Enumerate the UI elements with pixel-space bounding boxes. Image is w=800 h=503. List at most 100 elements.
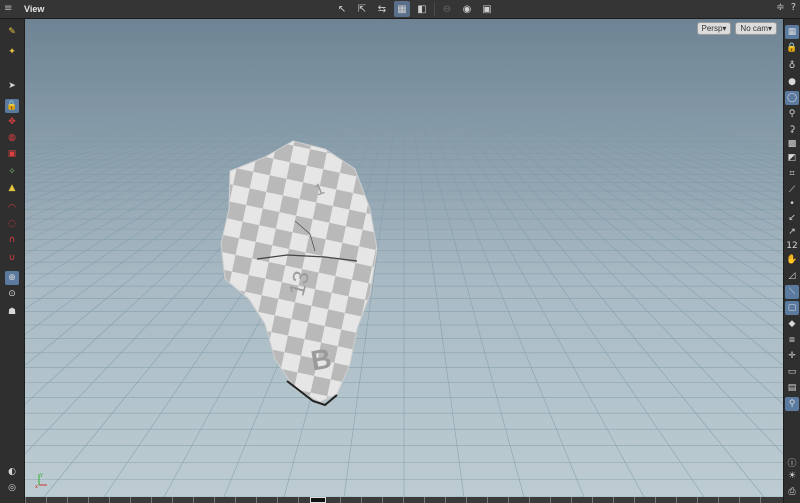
ruler-tick <box>739 497 740 503</box>
ruler-tick <box>382 497 383 503</box>
snap-icon[interactable]: ⊕ <box>5 271 19 285</box>
timeline-ruler[interactable] <box>25 497 783 503</box>
ruler-tick <box>214 497 215 503</box>
ruler-tick <box>424 497 425 503</box>
record-icon[interactable]: ⊖ <box>439 1 455 17</box>
pin-icon[interactable]: ⚲ <box>785 397 799 411</box>
settings-sliders-icon[interactable]: ≑ <box>776 2 784 13</box>
bone-icon[interactable]: ⟋ <box>785 183 799 197</box>
info-icon[interactable]: ⓘ <box>785 455 799 469</box>
normal-icon[interactable]: ↙ <box>785 211 799 225</box>
ruler-tick <box>508 497 509 503</box>
axis-y-label: y <box>40 472 43 478</box>
current-frame-indicator[interactable] <box>310 497 326 503</box>
help-icon[interactable]: ? <box>791 2 796 13</box>
ruler-tick <box>172 497 173 503</box>
model-mesh[interactable]: 13 B 1 <box>25 19 783 497</box>
ruler-tick <box>67 497 68 503</box>
magnet-icon[interactable]: ∩ <box>5 233 19 247</box>
render-icon[interactable]: ▣ <box>479 1 495 17</box>
hand-tool-icon[interactable]: ✋ <box>785 253 799 267</box>
ruler-tick <box>109 497 110 503</box>
camera-icon[interactable]: ◉ <box>459 1 475 17</box>
lock-icon[interactable]: 🔒 <box>5 99 19 113</box>
viewport-toolbar: ↖ ⇱ ⇆ ▦ ◧ ⊖ ◉ ▣ <box>334 1 495 17</box>
menu-icon[interactable]: ≡ <box>4 3 16 15</box>
ruler-tool-icon[interactable]: ▲ <box>5 181 19 195</box>
pane-title: View <box>24 4 45 14</box>
axis-gizmo: x y <box>35 472 47 489</box>
axis-x-label: x <box>35 484 38 489</box>
move-handle-icon[interactable]: ✥ <box>5 115 19 129</box>
snap-options-icon[interactable]: ◧ <box>414 1 430 17</box>
magnet-alt-icon[interactable]: ∪ <box>5 251 19 265</box>
origin-icon[interactable]: ✛ <box>785 349 799 363</box>
frame-icon[interactable]: ▭ <box>785 365 799 379</box>
ruler-tick <box>46 497 47 503</box>
select-tool-icon[interactable]: ⇱ <box>354 1 370 17</box>
screenshot-icon[interactable]: ⎙ <box>785 485 799 499</box>
ruler-tick <box>760 497 761 503</box>
sphere-wire-icon[interactable]: ◯ <box>785 91 799 105</box>
point-icon[interactable]: • <box>785 197 799 211</box>
ruler-tick <box>571 497 572 503</box>
snap-grid-icon[interactable]: ▦ <box>394 1 410 17</box>
location-pin-icon[interactable]: ⚲ <box>785 107 799 121</box>
grid-display-icon[interactable]: ▦ <box>785 25 799 39</box>
hull-icon[interactable]: ◆ <box>785 317 799 331</box>
3d-viewport[interactable]: 13 B 1 Persp▾ No cam▾ x y <box>25 19 783 497</box>
camera-menu[interactable]: Persp▾ <box>696 22 732 35</box>
ruler-tick <box>529 497 530 503</box>
ruler-tick <box>277 497 278 503</box>
camera-label: Persp <box>701 24 723 33</box>
cam-select-label: No cam <box>740 24 768 33</box>
number-icon[interactable]: 12 <box>785 239 799 253</box>
ruler-tick <box>130 497 131 503</box>
wireframe-icon[interactable]: ⌗ <box>785 167 799 181</box>
right-toolbar: ▦ 🔒 ♁ ● ◯ ⚲ ⚳ ▩ ◩ ⌗ ⟋ • ↙ ↗ 12 ✋ ◿ ⟍ ▢ ◆ ⧈ ✛ ▭ ▤ ⚲ ⓘ ☀ ⎙ <box>783 19 800 503</box>
edge-icon[interactable]: ⟍ <box>785 285 799 299</box>
transform-tool-icon[interactable]: ⇆ <box>374 1 390 17</box>
display-icon[interactable]: ▤ <box>785 381 799 395</box>
pose-icon[interactable]: ✧ <box>5 165 19 179</box>
ruler-tick <box>550 497 551 503</box>
shading-icon[interactable]: ◐ <box>5 465 19 479</box>
ruler-tick <box>487 497 488 503</box>
sphere-shading-icon[interactable]: ● <box>785 75 799 89</box>
ruler-tick <box>256 497 257 503</box>
light-bulb-icon[interactable]: ♁ <box>785 59 799 73</box>
uv-icon[interactable]: ⧈ <box>785 333 799 347</box>
ruler-tick <box>25 497 26 503</box>
object-pin-icon[interactable]: ⚳ <box>785 123 799 137</box>
ruler-tick <box>655 497 656 503</box>
left-toolbar: ✎ ✦ ➤ 🔒 ✥ ◍ ▣ ✧ ▲ ◠ ◌ ∩ ∪ ⊕ ⊙ ☗ ◐ ◎ <box>0 19 25 503</box>
bend-tool-icon[interactable]: ◠ <box>5 201 19 215</box>
light-icon[interactable]: ☀ <box>785 469 799 483</box>
ruler-tick <box>718 497 719 503</box>
cam-select-menu[interactable]: No cam▾ <box>735 22 777 35</box>
ruler-tick <box>298 497 299 503</box>
ruler-tick <box>88 497 89 503</box>
handle-view-icon[interactable]: ⊙ <box>5 287 19 301</box>
sculpt-icon[interactable]: ✦ <box>5 45 19 59</box>
viewport-badges: Persp▾ No cam▾ <box>696 22 777 35</box>
visibility-icon[interactable]: ◎ <box>5 481 19 495</box>
ruler-tick <box>466 497 467 503</box>
lasso-tool-icon[interactable]: ◌ <box>5 217 19 231</box>
lock-camera-icon[interactable]: 🔒 <box>785 41 799 55</box>
rotate-handle-icon[interactable]: ◍ <box>5 131 19 145</box>
ruler-tick <box>592 497 593 503</box>
handle-tool-icon[interactable]: ↖ <box>334 1 350 17</box>
ruler-tick <box>193 497 194 503</box>
ruler-tick <box>613 497 614 503</box>
select-arrow-icon[interactable]: ➤ <box>5 79 19 93</box>
face-icon[interactable]: ▢ <box>785 301 799 315</box>
paint-brush-icon[interactable]: ✎ <box>5 25 19 39</box>
image-plane-icon[interactable]: ◩ <box>785 151 799 165</box>
perspective-icon[interactable]: ◿ <box>785 269 799 283</box>
ruler-tick <box>697 497 698 503</box>
scale-handle-icon[interactable]: ▣ <box>5 147 19 161</box>
vector-icon[interactable]: ↗ <box>785 225 799 239</box>
texture-icon[interactable]: ▩ <box>785 137 799 151</box>
teapot-icon[interactable]: ☗ <box>5 305 19 319</box>
